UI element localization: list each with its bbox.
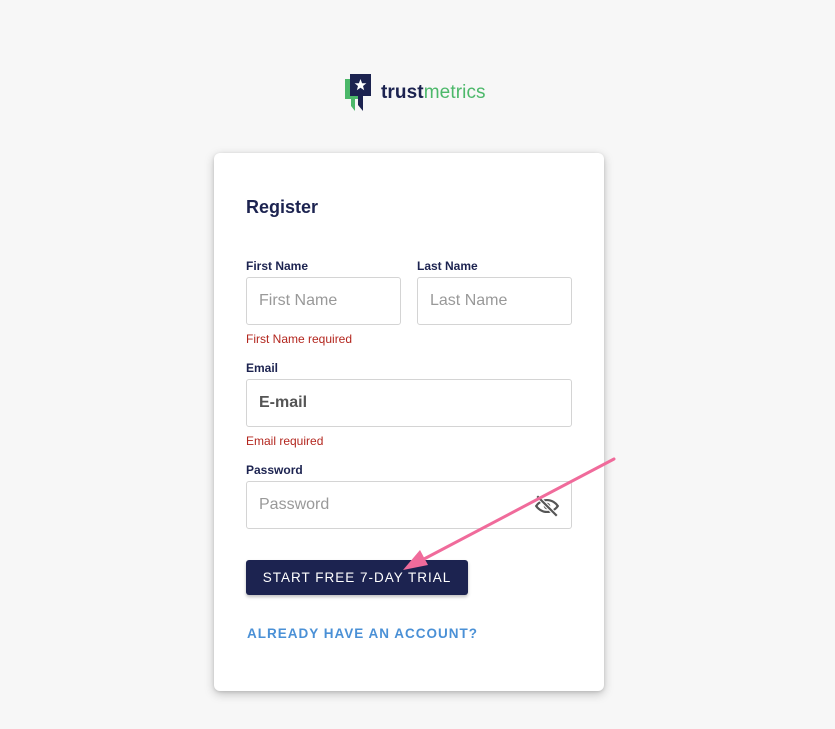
password-input[interactable] — [246, 481, 572, 529]
last-name-label: Last Name — [417, 259, 478, 273]
already-have-account-link[interactable]: ALREADY HAVE AN ACCOUNT? — [247, 626, 478, 641]
brand-name-light: metrics — [423, 82, 486, 103]
form-title: Register — [246, 197, 319, 217]
email-error: Email required — [246, 434, 324, 448]
eye-slash-icon[interactable] — [534, 493, 560, 519]
page: trustmetrics Register First Name Last Na… — [0, 0, 835, 729]
first-name-error: First Name required — [246, 332, 353, 346]
email-input[interactable] — [246, 379, 572, 427]
brand-wordmark: trustmetrics — [381, 82, 486, 104]
start-trial-button[interactable]: START FREE 7-DAY TRIAL — [246, 560, 468, 595]
brand-logo: trustmetrics — [343, 73, 486, 113]
password-label: Password — [246, 463, 303, 477]
first-name-label: First Name — [246, 259, 309, 273]
email-label: Email — [246, 361, 279, 375]
star-badge-icon — [345, 74, 371, 111]
brand-name-bold: trust — [381, 82, 424, 103]
first-name-input[interactable] — [246, 277, 401, 325]
register-card: Register First Name Last Name First Name… — [214, 153, 604, 691]
last-name-input[interactable] — [417, 277, 572, 325]
